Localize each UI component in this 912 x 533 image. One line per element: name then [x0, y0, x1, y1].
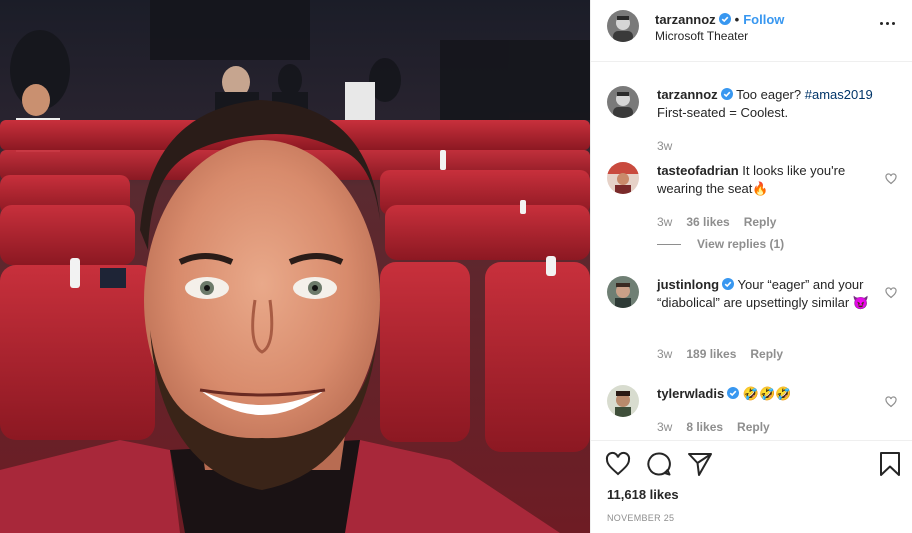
caption-body: Too eager? [736, 87, 802, 102]
replies-divider [657, 244, 681, 246]
comment-likes[interactable]: 8 likes [686, 420, 723, 434]
post-date[interactable]: NOVEMBER 25 [607, 513, 674, 523]
post-photo[interactable] [0, 0, 590, 533]
verified-icon [722, 278, 735, 290]
caption-username[interactable]: tarzannoz [657, 87, 718, 102]
caption-line2: First-seated = Coolest. [657, 105, 789, 120]
comment-icon[interactable] [646, 451, 672, 477]
view-replies-button[interactable]: View replies (1) [657, 237, 784, 251]
verified-icon [727, 387, 740, 399]
author-username[interactable]: tarzannoz [655, 12, 716, 27]
caption-time[interactable]: 3w [657, 139, 672, 153]
post-header: tarzannoz • Follow Microsoft Theater [591, 0, 912, 62]
verified-icon [720, 88, 733, 100]
heart-icon[interactable] [605, 451, 631, 477]
author-avatar[interactable] [607, 10, 639, 42]
view-replies-label: View replies (1) [697, 237, 785, 251]
caption-text: tarzannoz Too eager? #amas2019 First-sea… [657, 86, 883, 122]
instagram-post: tarzannoz • Follow Microsoft Theater tarza… [0, 0, 912, 533]
likes-count[interactable]: 11,618 likes [607, 487, 679, 502]
comment-heart-icon[interactable] [885, 287, 897, 299]
comment-username[interactable]: tylerwladis [657, 386, 724, 401]
follow-button[interactable]: Follow [743, 12, 784, 27]
reply-button[interactable]: Reply [737, 420, 770, 434]
commenter-avatar[interactable] [607, 385, 639, 417]
separator-dot: • [734, 12, 740, 27]
comments-list[interactable]: tarzannoz Too eager? #amas2019 First-sea… [591, 62, 912, 440]
more-options-icon[interactable] [880, 22, 896, 26]
commenter-avatar[interactable] [607, 162, 639, 194]
comment-time[interactable]: 3w [657, 215, 672, 229]
caption-meta: 3w [657, 139, 686, 153]
comment-likes[interactable]: 189 likes [686, 347, 736, 361]
comment-username[interactable]: justinlong [657, 277, 719, 292]
comment-heart-icon[interactable] [885, 173, 897, 185]
bookmark-icon[interactable] [877, 451, 903, 477]
comment-time[interactable]: 3w [657, 347, 672, 361]
caption-avatar[interactable] [607, 86, 639, 118]
share-icon[interactable] [687, 451, 713, 477]
commenter-avatar[interactable] [607, 276, 639, 308]
comment-username[interactable]: tasteofadrian [657, 163, 739, 178]
comment-likes[interactable]: 36 likes [686, 215, 729, 229]
reply-button[interactable]: Reply [750, 347, 783, 361]
verified-icon [718, 13, 731, 25]
comment-time[interactable]: 3w [657, 420, 672, 434]
post-actions: 11,618 likes NOVEMBER 25 [591, 440, 912, 533]
selfie-image [0, 0, 590, 533]
comment-heart-icon[interactable] [885, 396, 897, 408]
post-side-panel: tarzannoz • Follow Microsoft Theater tarza… [590, 0, 912, 533]
post-location[interactable]: Microsoft Theater [655, 29, 748, 43]
reply-button[interactable]: Reply [744, 215, 777, 229]
comment-text: 🤣🤣🤣 [742, 386, 792, 401]
caption-hashtag[interactable]: #amas2019 [805, 87, 873, 102]
